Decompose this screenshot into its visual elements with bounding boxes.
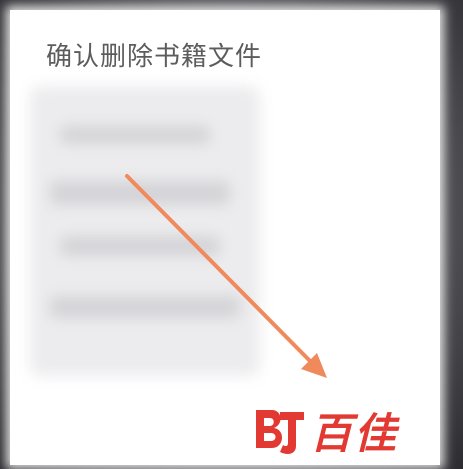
bj-logo-icon xyxy=(256,410,304,454)
confirm-delete-dialog: 确认删除书籍文件 百佳 xyxy=(10,10,440,465)
arrow-icon xyxy=(125,174,327,378)
watermark: 百佳 xyxy=(250,400,398,460)
watermark-text: 百佳 xyxy=(310,408,399,458)
